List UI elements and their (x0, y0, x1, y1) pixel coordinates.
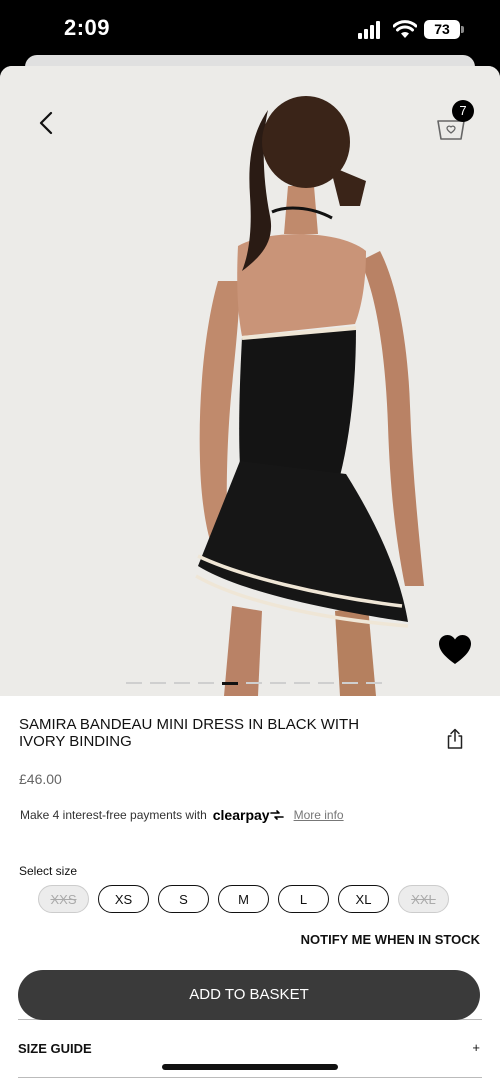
basket-count-badge: 7 (452, 100, 474, 122)
add-to-basket-button[interactable]: ADD TO BASKET (18, 970, 480, 1020)
select-size-label: Select size (19, 864, 78, 878)
size-guide-toggle[interactable]: SIZE GUIDE (18, 1041, 92, 1056)
clearpay-text: Make 4 interest-free payments with (20, 808, 207, 822)
size-option-s[interactable]: S (158, 885, 209, 913)
basket-button[interactable]: 7 (434, 100, 478, 144)
carousel-dot[interactable] (318, 682, 334, 684)
wifi-icon (393, 20, 417, 38)
home-indicator (162, 1064, 338, 1070)
carousel-dot-active[interactable] (222, 682, 238, 685)
carousel-dot[interactable] (174, 682, 190, 684)
carousel-dot[interactable] (294, 682, 310, 684)
size-option-xs[interactable]: XS (98, 885, 149, 913)
share-icon[interactable] (445, 728, 465, 750)
carousel-dot[interactable] (246, 682, 262, 684)
battery-tip (461, 26, 464, 33)
heart-icon[interactable] (438, 634, 472, 666)
size-option-xl[interactable]: XL (338, 885, 389, 913)
size-option-m[interactable]: M (218, 885, 269, 913)
more-info-link[interactable]: More info (294, 808, 344, 822)
product-price: £46.00 (19, 771, 62, 787)
size-option-xxl[interactable]: XXL (398, 885, 449, 913)
plus-icon[interactable]: + (472, 1040, 480, 1055)
divider (18, 1077, 482, 1078)
carousel-dot[interactable] (342, 682, 358, 684)
size-selector: XXS XS S M L XL XXL (38, 885, 449, 913)
size-option-xxs[interactable]: XXS (38, 885, 89, 913)
size-option-l[interactable]: L (278, 885, 329, 913)
carousel-dot[interactable] (366, 682, 382, 684)
carousel-dot[interactable] (198, 682, 214, 684)
image-carousel-indicator (126, 682, 382, 686)
notify-me-link[interactable]: NOTIFY ME WHEN IN STOCK (301, 932, 480, 947)
battery-icon: 73 (424, 20, 460, 39)
carousel-dot[interactable] (126, 682, 142, 684)
clearpay-banner: Make 4 interest-free payments with clear… (20, 807, 344, 823)
status-time: 2:09 (64, 15, 111, 40)
carousel-dot[interactable] (270, 682, 286, 684)
product-title: SAMIRA BANDEAU MINI DRESS IN BLACK WITH … (19, 716, 360, 750)
product-sheet: 7 SAMIRA BANDEAU MINI DRESS IN BLACK WIT… (0, 66, 500, 1080)
status-bar: 2:09 73 (0, 0, 500, 60)
clearpay-arrows-icon (269, 810, 284, 820)
product-image[interactable]: 7 (0, 66, 500, 696)
model-illustration (195, 96, 424, 696)
clearpay-logo: clearpay (212, 807, 270, 823)
carousel-dot[interactable] (150, 682, 166, 684)
signal-icon (358, 21, 384, 39)
back-chevron-icon[interactable] (34, 110, 60, 136)
